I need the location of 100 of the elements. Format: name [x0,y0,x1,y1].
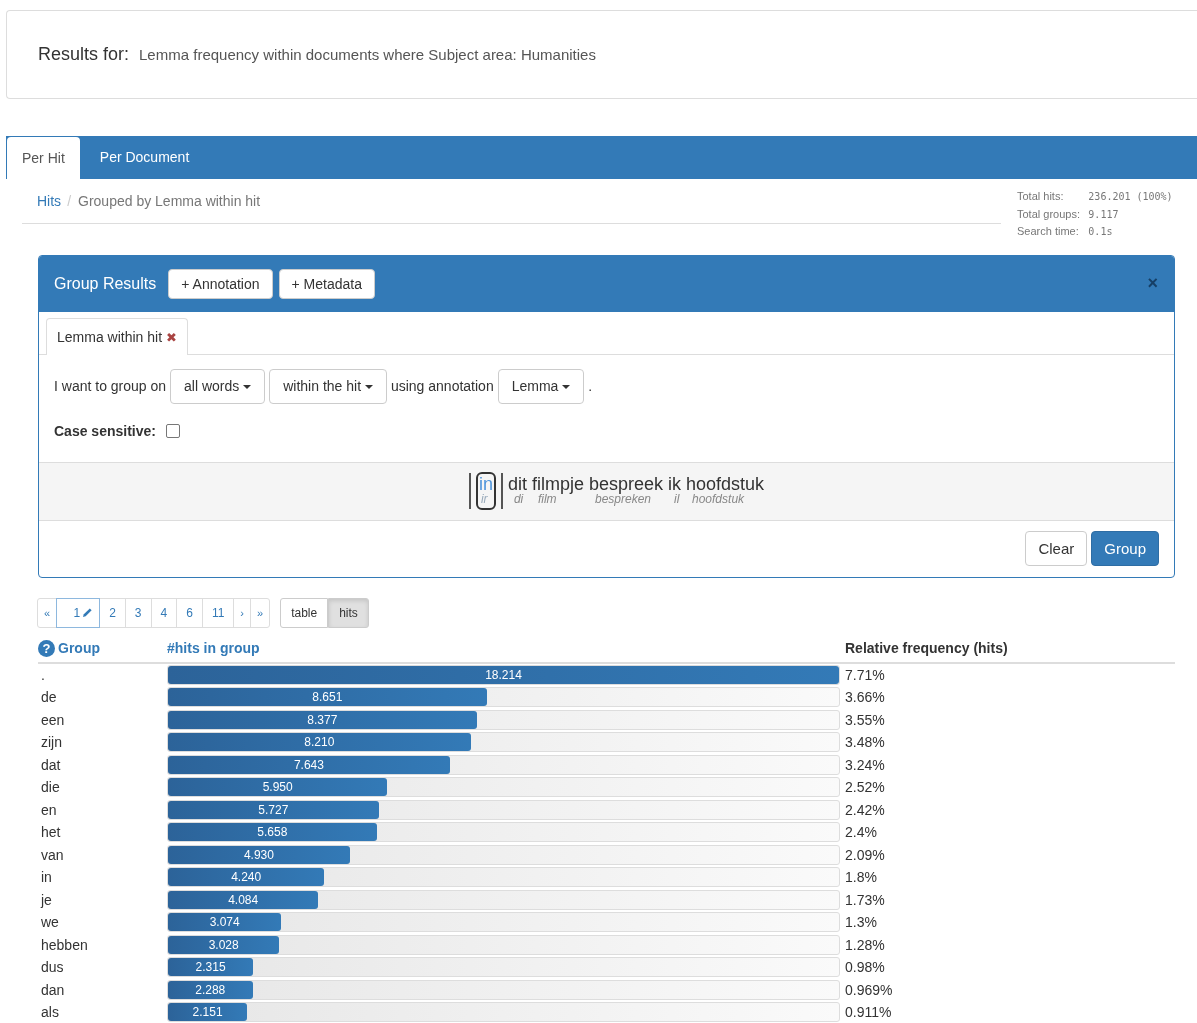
table-cell: dan [41,981,65,998]
table-cell: een [41,711,65,728]
pencil-icon [82,607,94,618]
caret-icon [364,385,373,390]
stat-value: 9.117 [1088,207,1120,222]
preview-word: in [478,476,493,493]
table-cell: 2.4% [845,824,877,841]
table-cell: 3.24% [845,756,885,773]
table-cell: 1.8% [845,869,877,886]
bar-label: 5.950 [261,779,294,797]
breadcrumb-current: Grouped by Lemma within hit [78,193,261,209]
bar-label: 2.315 [194,959,227,977]
bar-label: 4.240 [230,869,263,887]
bar-label: 7.643 [292,756,325,774]
preview-lemma: di [512,493,525,506]
stat-label: Total groups: [1017,206,1081,222]
table-cell: hebben [41,936,88,953]
group-button[interactable]: Group [1091,530,1159,566]
stat-label: Total hits: [1017,189,1065,204]
page-link[interactable]: 11 [201,597,235,628]
table-cell: je [41,891,52,908]
table-cell: dus [41,959,64,976]
page-link[interactable]: » [250,597,271,628]
boundary-bar [500,473,503,509]
table-cell: 2.09% [845,846,885,863]
table-cell: . [41,666,45,683]
bar-label: 3.028 [207,936,240,954]
page-link[interactable]: 4 [150,597,178,628]
table-cell: 7.71% [845,666,885,683]
page-input[interactable]: 1 [56,597,101,628]
dropdown-button[interactable]: Lemma [497,368,585,404]
page-link[interactable]: › [233,597,251,628]
bar-label: 8.210 [303,734,336,752]
preview-word[interactable]: ik [668,476,681,493]
preview-lemma: bespreken [594,493,651,506]
criteria-tab[interactable]: Lemma within hit ✖ [46,317,188,355]
preview-lemma: ir [479,493,489,506]
page-link[interactable]: « [37,597,58,628]
table-cell: 1.28% [845,936,885,953]
clear-button[interactable]: Clear [1025,530,1088,566]
caret-icon [562,385,571,390]
bar-label: 4.084 [227,891,260,909]
preview-word[interactable]: dit [507,476,527,493]
preview-word[interactable]: filmpje [531,476,584,493]
view-toggle[interactable]: hits [328,597,369,628]
add-button[interactable]: + Metadata [278,268,375,299]
table-cell: 1.73% [845,891,885,908]
bar-label: 2.288 [194,981,227,999]
page-link[interactable]: 3 [124,597,152,628]
preview-word[interactable]: bespreek [588,476,663,493]
selected-token[interactable]: in ir [475,472,496,510]
bar-label: 18.214 [484,666,523,684]
bar-label: 3.074 [208,914,241,932]
dropdown-button[interactable]: within the hit [269,368,387,404]
add-button[interactable]: + Annotation [168,268,273,299]
table-cell: in [41,869,52,886]
results-label: Results for: [38,44,130,65]
breadcrumb-link[interactable]: Hits [37,193,62,209]
help-icon[interactable]: ? [38,639,55,657]
checkbox[interactable] [165,423,180,438]
table-cell: 0.911% [845,1004,892,1021]
bar-label: 8.377 [306,711,339,729]
table-cell: 1.3% [845,914,877,931]
sentence-text: . [588,378,593,394]
column-header: Relative frequency (hits) [845,639,1008,656]
tab[interactable]: Per Document [79,136,210,179]
view-toggle[interactable]: table [280,597,329,628]
table-cell: het [41,824,61,841]
table-cell: 3.55% [845,711,885,728]
remove-icon[interactable]: ✖ [165,329,177,345]
results-query: Lemma frequency within documents where Subject area: Humanities [139,46,596,63]
column-header[interactable]: Group [58,640,100,656]
table-cell: die [41,779,60,796]
breadcrumb-separator: / [66,193,72,209]
bar-label: 2.151 [191,1004,224,1022]
table-cell: we [41,914,59,931]
sentence-text: using annotation [390,378,494,394]
stat-value: 0.1s [1088,225,1114,239]
bar-label: 8.651 [311,689,344,707]
table-cell: 3.48% [845,734,885,751]
preview-word[interactable]: hoofdstuk [686,476,765,493]
table-cell: dat [41,756,61,773]
sentence-text: I want to group on [54,378,167,394]
table-cell: 2.42% [845,801,885,818]
table-cell: 0.969% [845,981,893,998]
preview-lemma: il [673,493,681,506]
table-cell: en [41,801,57,818]
page-link[interactable]: 2 [99,597,126,628]
stat-value: 236.201 (100%) [1088,190,1174,204]
table-cell: van [41,846,64,863]
boundary-bar [468,473,471,509]
table-cell: 3.66% [845,689,885,706]
dropdown-button[interactable]: all words [170,368,266,404]
page-link[interactable]: 6 [176,597,203,628]
caret-icon [243,385,252,390]
bar-label: 5.727 [257,801,290,819]
tab[interactable]: Per Hit [7,137,80,179]
stat-label: Search time: [1017,224,1080,239]
table-cell: 0.98% [845,959,885,976]
column-header[interactable]: #hits in group [167,639,260,656]
